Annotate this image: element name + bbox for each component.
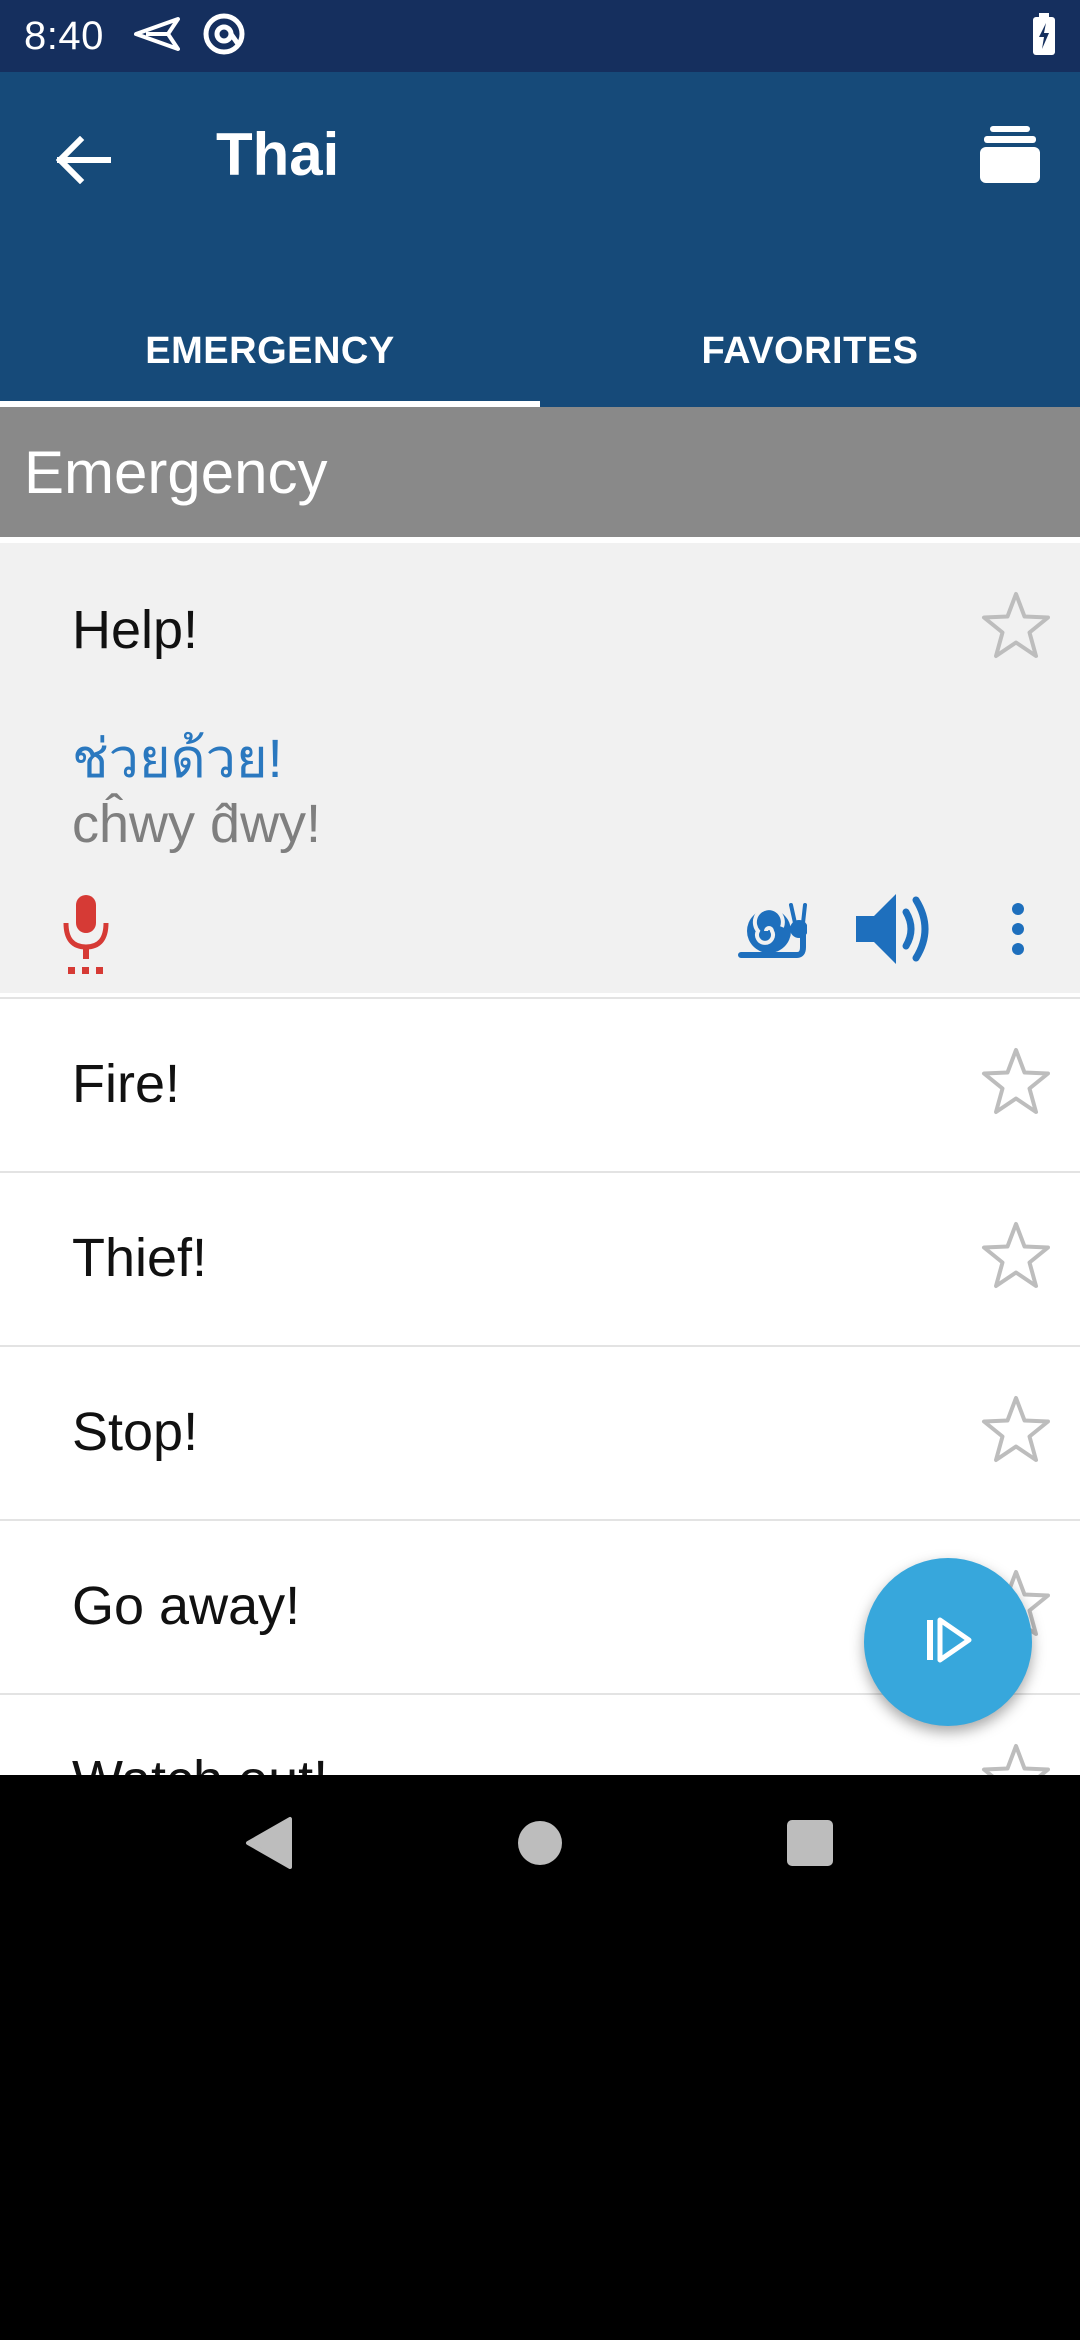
back-triangle-icon — [242, 1815, 294, 1876]
phrase-english: Thief! — [72, 1228, 208, 1288]
nav-home-button[interactable] — [500, 1805, 580, 1885]
favorite-star-button[interactable] — [976, 1391, 1056, 1471]
list-item[interactable]: Fire! — [0, 997, 1080, 1171]
favorite-star-button[interactable] — [976, 1043, 1056, 1123]
tab-favorites[interactable]: FAVORITES — [540, 302, 1080, 407]
slow-play-button[interactable] — [734, 893, 810, 969]
play-audio-button[interactable] — [852, 889, 936, 973]
back-button[interactable] — [46, 124, 122, 200]
phrase-english: Stop! — [72, 1402, 199, 1462]
record-voice-button[interactable] — [50, 891, 122, 981]
recents-square-icon — [785, 1818, 835, 1873]
play-all-button[interactable] — [864, 1558, 1032, 1726]
flashcards-button[interactable] — [970, 116, 1050, 196]
nav-back-button[interactable] — [228, 1805, 308, 1885]
star-outline-icon — [980, 1219, 1052, 1296]
star-outline-icon — [980, 1045, 1052, 1122]
microphone-icon — [58, 893, 114, 980]
phrase-transliteration: cĥwy d̂wy! — [72, 794, 322, 854]
star-outline-icon — [980, 589, 1052, 666]
expanded-phrase-card[interactable]: Help! ช่วยด้วย! cĥwy d̂wy! — [0, 543, 1080, 993]
status-bar: 8:40 — [0, 0, 1080, 72]
stacked-cards-icon — [978, 122, 1042, 191]
status-icons — [133, 12, 246, 61]
nav-recents-button[interactable] — [770, 1805, 850, 1885]
arrow-left-icon — [55, 135, 112, 189]
home-circle-icon — [515, 1818, 565, 1873]
favorite-star-button[interactable] — [976, 1217, 1056, 1297]
tab-bar: EMERGENCY FAVORITES — [0, 302, 1080, 407]
play-all-icon — [923, 1615, 973, 1670]
send-icon — [133, 16, 180, 57]
status-right — [1032, 12, 1056, 60]
snail-slow-play-icon — [737, 899, 808, 964]
page-title: Thai — [216, 121, 340, 188]
more-options-button[interactable] — [1000, 891, 1036, 971]
phrase-thai: ช่วยด้วย! — [72, 729, 283, 789]
section-header: Emergency — [0, 407, 1080, 537]
list-item[interactable]: Stop! — [0, 1345, 1080, 1519]
star-outline-icon — [980, 1741, 1052, 1775]
battery-charging-icon — [1032, 12, 1056, 60]
toolbar: Thai — [0, 72, 1080, 240]
tab-emergency[interactable]: EMERGENCY — [0, 302, 540, 407]
section-title: Emergency — [24, 438, 328, 506]
speaker-icon — [854, 890, 934, 973]
app-bar: Thai EMERGENCY FAVORITES — [0, 72, 1080, 407]
tab-label: FAVORITES — [701, 330, 919, 372]
phrase-english: Fire! — [72, 1054, 180, 1114]
phrase-english: Go away! — [72, 1576, 301, 1636]
system-nav-bar — [0, 1775, 1080, 1920]
status-time: 8:40 — [24, 13, 104, 58]
screen: 8:40 Thai EMERGENCY FAVORITES Emergency … — [0, 0, 1080, 2340]
favorite-star-button[interactable] — [976, 587, 1056, 667]
at-sign-icon — [202, 12, 246, 61]
list-item[interactable]: Thief! — [0, 1171, 1080, 1345]
phrase-english: Help! — [72, 600, 199, 660]
more-vertical-icon — [1011, 902, 1025, 961]
phrase-english: Watch out! — [72, 1749, 328, 1775]
favorite-star-button[interactable] — [976, 1739, 1056, 1775]
tab-label: EMERGENCY — [145, 330, 395, 372]
star-outline-icon — [980, 1393, 1052, 1470]
